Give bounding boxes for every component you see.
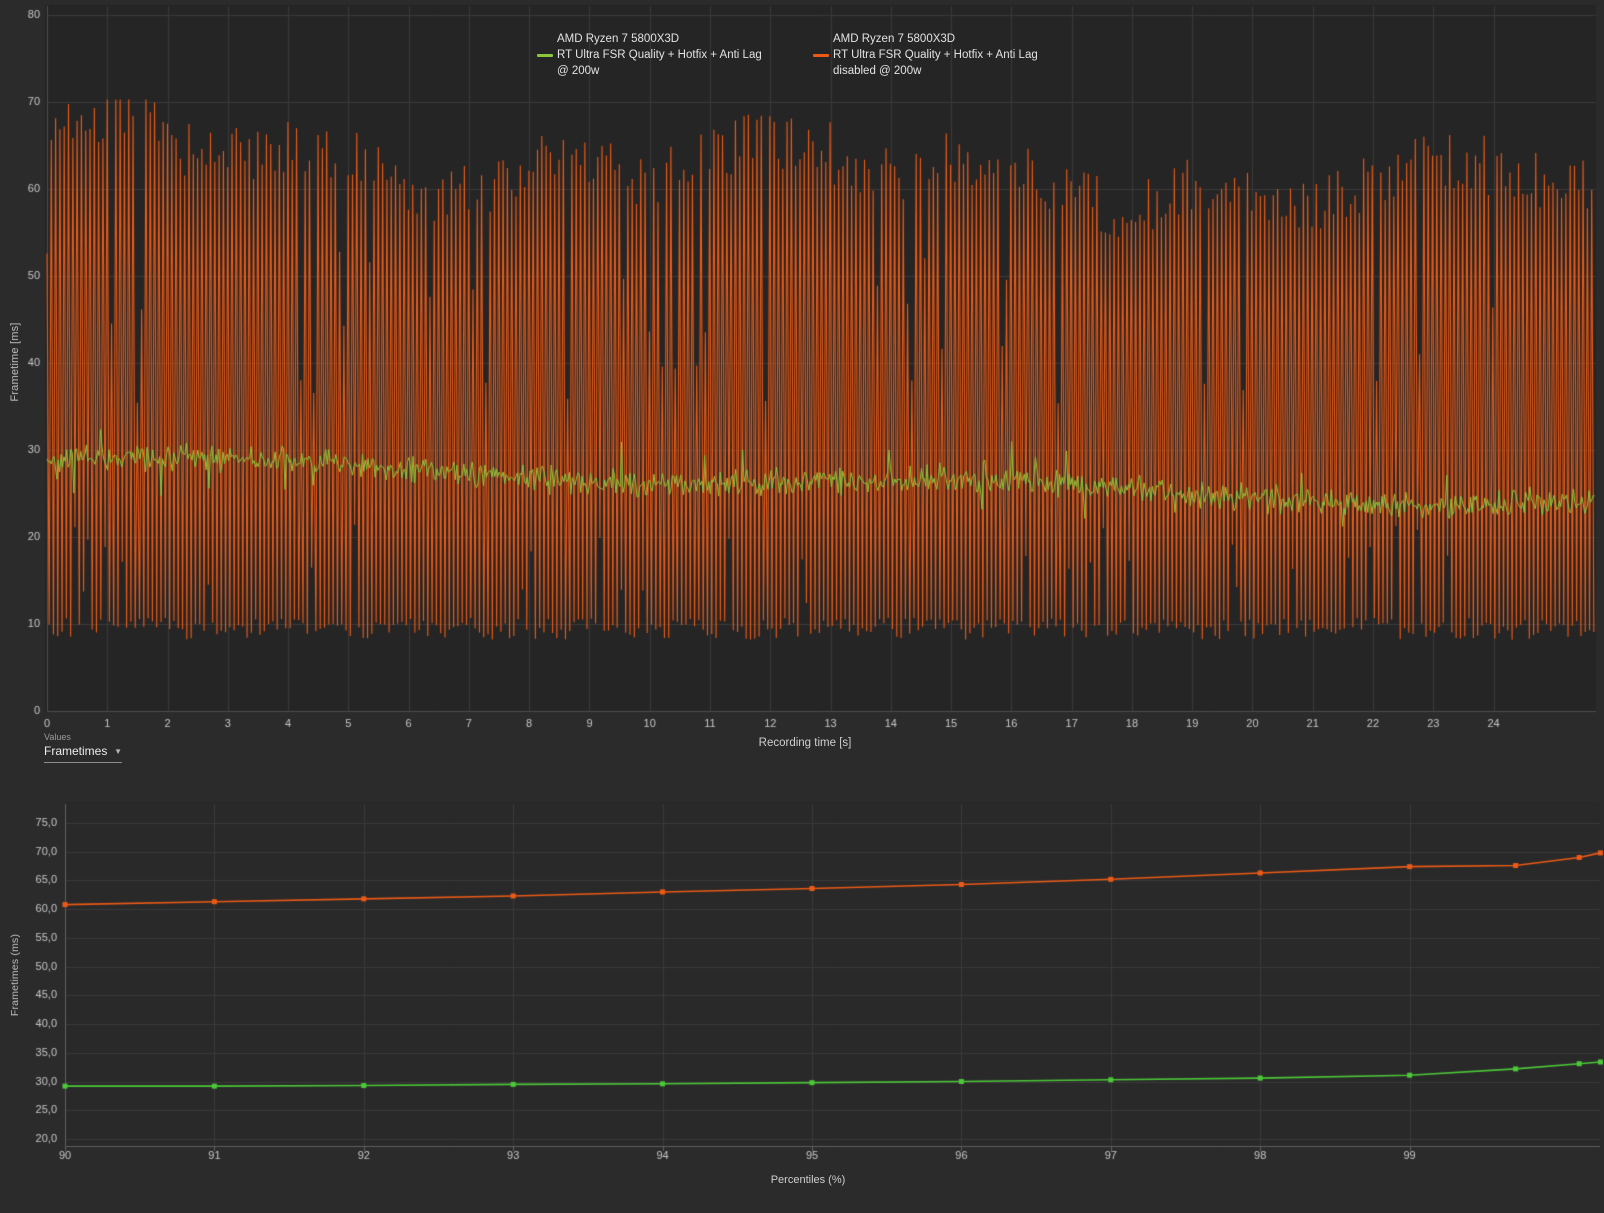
percentile-y-axis-label: Frametimes (ms) [9, 933, 21, 1017]
frametime-x-axis-label: Recording time [s] [758, 737, 852, 749]
orange-series-swatch-icon [813, 53, 829, 57]
frametime-y-axis-label: Frametime [ms] [9, 322, 21, 402]
percentile-chart: Frametimes (ms) Percentiles (%) [0, 790, 1604, 1213]
green-series-swatch-icon [537, 53, 553, 57]
legend-green-series: AMD Ryzen 7 5800X3D RT Ultra FSR Quality… [537, 31, 762, 79]
percentile-x-axis-label: Percentiles (%) [770, 1174, 846, 1186]
values-panel: Values Frametimes ▼ [44, 732, 122, 763]
legend-settings-text: RT Ultra FSR Quality + Hotfix + Anti Lag [557, 49, 762, 61]
values-dropdown-selected: Frametimes [44, 744, 108, 758]
values-dropdown[interactable]: Frametimes ▼ [44, 744, 122, 763]
legend-power-text: disabled @ 200w [833, 65, 922, 77]
legend-power-text: @ 200w [557, 65, 600, 77]
values-label: Values [44, 732, 71, 742]
legend-settings-text: RT Ultra FSR Quality + Hotfix + Anti Lag [833, 49, 1038, 61]
frametime-chart-canvas [0, 0, 1604, 758]
legend-cpu-name: AMD Ryzen 7 5800X3D [557, 33, 680, 45]
frametime-chart: Frametime [ms] Recording time [s] AMD Ry… [0, 0, 1604, 758]
legend-cpu-name: AMD Ryzen 7 5800X3D [833, 33, 956, 45]
legend-orange-series: AMD Ryzen 7 5800X3D RT Ultra FSR Quality… [813, 31, 1038, 79]
chevron-down-icon: ▼ [114, 746, 122, 756]
percentile-chart-canvas [0, 790, 1604, 1213]
